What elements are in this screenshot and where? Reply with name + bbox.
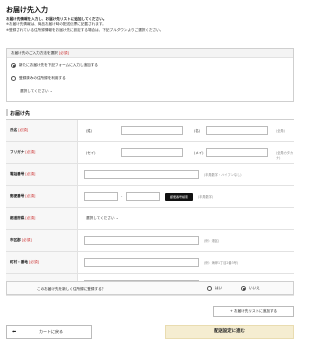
first-name-kana-input[interactable]	[206, 148, 268, 157]
form-row-name: 氏名 [必須] (姓) (名) (全角)	[6, 120, 294, 142]
section-accent	[6, 109, 8, 116]
chevron-down-icon: ⌄	[115, 216, 119, 220]
form-row-city: 市区郡 [必須] (例：港区)	[6, 230, 294, 252]
first-name-input[interactable]	[206, 126, 268, 135]
zip-first-input[interactable]	[84, 192, 118, 201]
last-name-input[interactable]	[121, 126, 183, 135]
phone-input[interactable]	[84, 170, 199, 179]
radio-save-no[interactable]: いいえ	[241, 286, 260, 291]
zip-search-button[interactable]: 郵便番号検索	[165, 192, 193, 201]
arrow-left-icon: ⬅	[12, 329, 17, 335]
city-input[interactable]	[84, 236, 199, 245]
required-badge: [必須]	[58, 51, 69, 55]
intro-text: お届け先情報を入力し、お届け先リストに追加してください。 ※お届け先情報は、商品…	[6, 17, 296, 33]
last-name-kana-input[interactable]	[121, 148, 183, 157]
street-input[interactable]	[84, 258, 199, 267]
input-method-heading: お届け先のご入力方法を選択 [必須]	[7, 49, 293, 58]
form-row-zip: 郵便番号 [必須] - 郵便番号検索 (半角数字)	[6, 186, 294, 208]
proceed-delivery-button[interactable]: 配送設定に進む	[165, 325, 294, 339]
radio-dot[interactable]	[207, 286, 212, 291]
form-row-phone: 電話番号 [必須] (半角数字・ハイフンなし)	[6, 164, 294, 186]
page-title: お届け先入力	[6, 6, 48, 14]
radio-existing-address[interactable]: 登録済みの住所録を利用する	[11, 76, 66, 81]
address-book-select[interactable]: 選択してください ⌄	[20, 89, 53, 94]
save-address-box: このお届け先を新しく住所録に登録する？ はい いいえ	[6, 281, 294, 295]
radio-dot[interactable]	[241, 286, 246, 291]
zip-second-input[interactable]	[126, 192, 160, 201]
chevron-down-icon: ⌄	[49, 89, 53, 93]
save-question: このお届け先を新しく住所録に登録する？	[37, 286, 106, 291]
input-method-box: お届け先のご入力方法を選択 [必須] 新たにお届け先を下記フォームに入力し追加す…	[6, 48, 294, 102]
form-row-town: 町村・番地 [必須] (例：海岸1丁目2番3号)	[6, 252, 294, 274]
radio-save-yes[interactable]: はい	[207, 286, 222, 291]
radio-new-address[interactable]: 新たにお届け先を下記フォームに入力し追加する	[11, 63, 98, 68]
intro-line-3: ※登録されている住所録情報をお届け先に設定する場合は、下記プルダウンよりご選択く…	[6, 27, 164, 32]
radio-dot[interactable]	[11, 63, 16, 68]
add-to-list-button[interactable]: + お届け先リストに追加する	[213, 306, 294, 317]
prefecture-select[interactable]: 選択してください ⌄	[86, 216, 119, 221]
form-row-furigana: フリガナ [必須] (セイ) (メイ) (全角カタカナ)	[6, 142, 294, 164]
back-to-cart-button[interactable]: ⬅ カートに戻る	[6, 325, 92, 339]
section-title: お届け先	[10, 111, 31, 117]
address-form: 氏名 [必須] (姓) (名) (全角) フリガナ [必須] (セイ) (メイ) (…	[6, 119, 294, 296]
radio-dot[interactable]	[11, 76, 16, 81]
form-row-pref: 都道府県 [必須] 選択してください ⌄	[6, 208, 294, 230]
